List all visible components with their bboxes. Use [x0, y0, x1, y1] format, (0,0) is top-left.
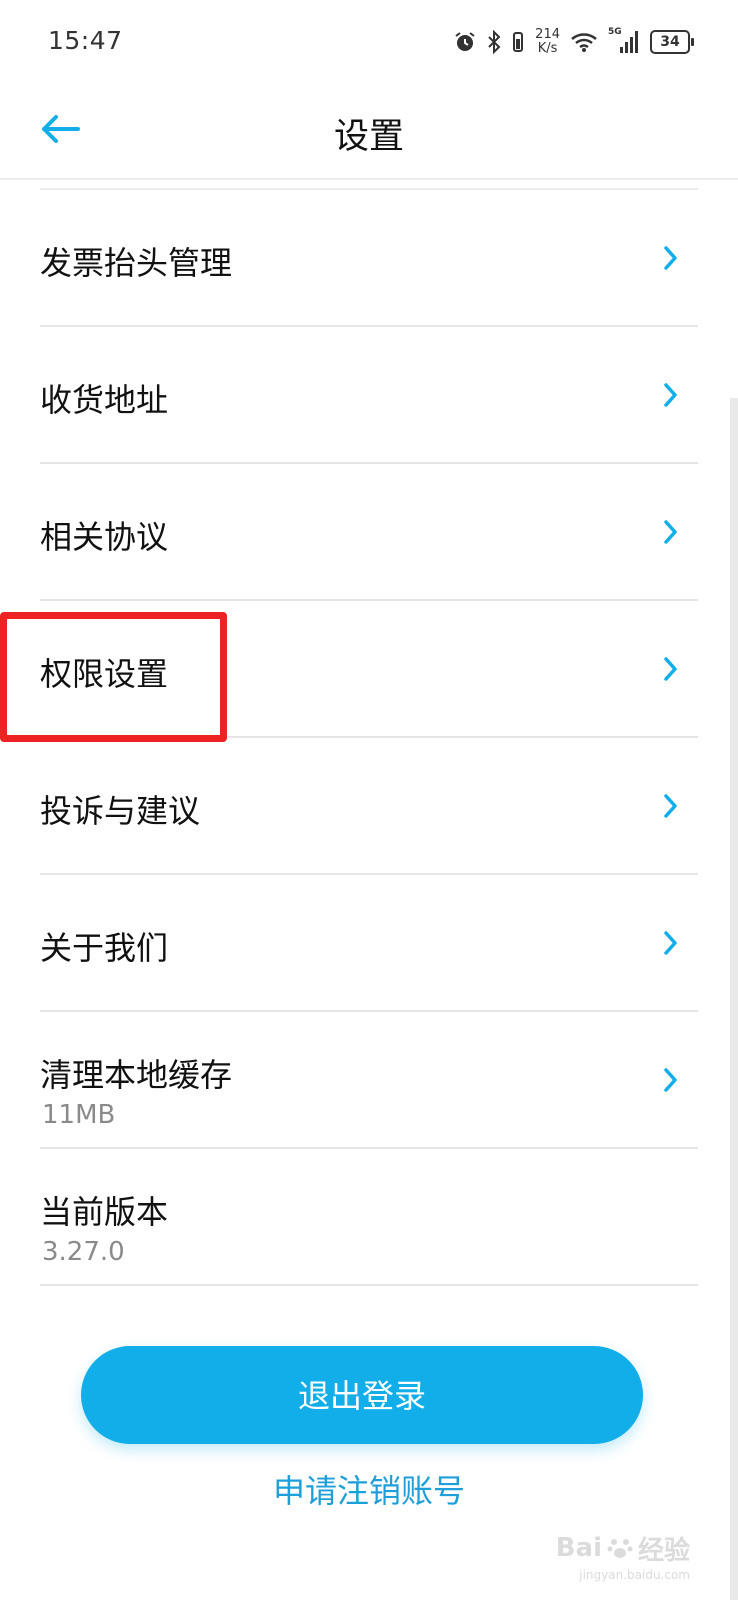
chevron-right-icon: [664, 1068, 677, 1092]
settings-item-label: 相关协议: [40, 518, 169, 556]
status-bar: 15:47 214 K/s 5G 34: [0, 0, 738, 84]
speed-unit: K/s: [537, 41, 558, 56]
settings-item-permissions[interactable]: 权限设置: [40, 601, 698, 738]
settings-item-agreements[interactable]: 相关协议: [40, 464, 698, 601]
settings-item-clear-cache[interactable]: 清理本地缓存 11MB: [40, 1012, 698, 1149]
settings-item-invoice-title[interactable]: 发票抬头管理: [40, 190, 698, 327]
status-icons: 214 K/s 5G 34: [453, 24, 694, 60]
deregister-account-link[interactable]: 申请注销账号: [0, 1466, 738, 1512]
settings-item-label: 权限设置: [40, 655, 169, 693]
settings-item-version: 当前版本 3.27.0: [40, 1149, 698, 1286]
settings-item-label: 关于我们: [40, 929, 169, 967]
bluetooth-icon: [488, 30, 501, 54]
vibrate-icon: [513, 32, 524, 52]
settings-item-address[interactable]: 收货地址: [40, 327, 698, 464]
watermark: Bai 经验 jingyan.baidu.com: [555, 1526, 690, 1582]
version-number: 3.27.0: [42, 1237, 125, 1267]
watermark-url: jingyan.baidu.com: [579, 1568, 690, 1582]
chevron-right-icon: [664, 246, 677, 270]
logout-button[interactable]: 退出登录: [81, 1346, 643, 1444]
settings-item-label: 收货地址: [40, 381, 169, 419]
settings-item-label: 清理本地缓存: [40, 1056, 233, 1094]
settings-item-about[interactable]: 关于我们: [40, 875, 698, 1012]
page-title: 设置: [333, 117, 404, 157]
chevron-right-icon: [664, 794, 677, 818]
paw-icon: [607, 1539, 633, 1558]
settings-item-label: 发票抬头管理: [40, 244, 233, 282]
network-speed: 214 K/s: [535, 28, 560, 56]
watermark-brand-cn: 经验: [637, 1535, 690, 1566]
signal-group: 5G: [608, 27, 640, 55]
settings-item-label: 当前版本: [40, 1193, 169, 1231]
signal-icon: [620, 31, 638, 53]
app-header: 设置: [0, 84, 738, 180]
settings-item-feedback[interactable]: 投诉与建议: [40, 738, 698, 875]
alarm-icon: [455, 32, 475, 51]
chevron-right-icon: [664, 520, 677, 544]
watermark-brand: Bai: [555, 1533, 602, 1563]
wifi-icon: [571, 33, 597, 52]
clock: 15:47: [48, 26, 123, 55]
speed-value: 214: [535, 27, 560, 42]
chevron-right-icon: [664, 657, 677, 681]
chevron-right-icon: [664, 383, 677, 407]
chevron-right-icon: [664, 931, 677, 955]
settings-list: 发票抬头管理 收货地址 相关协议 权限设置 投诉与建议 关于我们 清理本地缓存 …: [40, 190, 698, 1286]
cache-size: 11MB: [42, 1100, 116, 1130]
battery-icon: 34: [650, 30, 694, 54]
scrollbar[interactable]: [730, 398, 738, 1600]
settings-item-label: 投诉与建议: [40, 792, 201, 830]
